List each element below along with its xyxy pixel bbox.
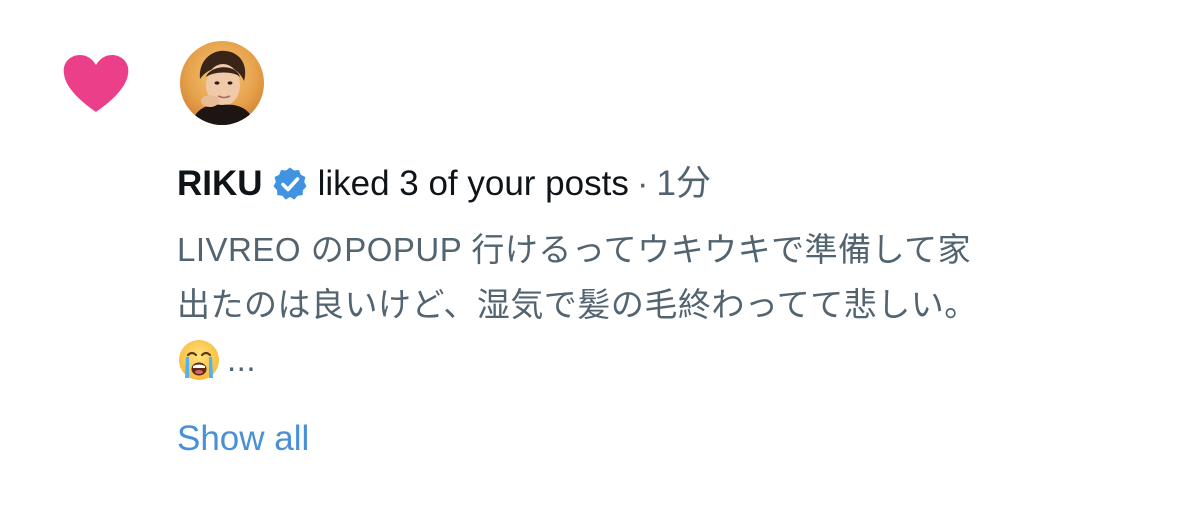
separator: ·	[636, 164, 649, 203]
post-preview-line: LIVREO のPOPUP 行けるってウキウキで準備して家	[177, 231, 972, 268]
post-preview[interactable]: LIVREO のPOPUP 行けるってウキウキで準備して家 出たのは良いけど、湿…	[177, 222, 1167, 387]
show-all-link[interactable]: Show all	[177, 416, 309, 462]
loudly-crying-face-emoji	[177, 338, 221, 382]
timestamp: 1分	[656, 164, 711, 203]
user-avatar[interactable]	[180, 41, 264, 125]
post-preview-emoji-line: ...	[177, 332, 1167, 387]
notification-headline: RIKU liked 3 of your posts · 1分	[177, 160, 711, 208]
heart-icon	[62, 54, 130, 114]
post-preview-ellipsis: ...	[227, 341, 257, 378]
verified-badge-icon	[272, 166, 308, 202]
user-name[interactable]: RIKU	[177, 160, 263, 208]
post-preview-line: 出たのは良いけど、湿気で髪の毛終わってて悲しい。	[177, 286, 978, 323]
action-text: liked 3 of your posts	[317, 164, 629, 203]
